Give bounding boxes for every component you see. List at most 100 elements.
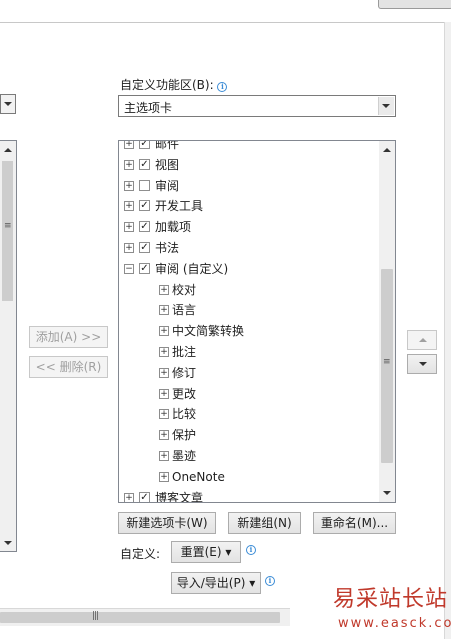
customize-ribbon-label: 自定义功能区(B): i bbox=[120, 76, 228, 93]
customize-ribbon-text: 自定义功能区(B): bbox=[120, 78, 214, 92]
tree-group-item[interactable]: + 语言 bbox=[119, 301, 377, 319]
info-icon: i bbox=[265, 576, 275, 586]
tree-item-label: 更改 bbox=[172, 386, 197, 401]
new-tab-button-label: 新建选项卡(W) bbox=[126, 516, 208, 530]
grip-icon: ≡ bbox=[383, 357, 390, 367]
expand-icon[interactable]: + bbox=[124, 222, 134, 233]
close-button[interactable] bbox=[378, 0, 451, 9]
tree-tab-item[interactable]: + ✓ 书法 bbox=[119, 239, 377, 257]
tree-item-label: 审阅 bbox=[155, 178, 180, 193]
checked-checkbox[interactable]: ✓ bbox=[139, 200, 150, 212]
left-scroll-thumb[interactable]: ≡ bbox=[2, 161, 13, 301]
combo-dropdown-button[interactable] bbox=[378, 97, 394, 115]
tree-tab-item[interactable]: + ✓ 开发工具 bbox=[119, 197, 377, 215]
expand-icon[interactable]: + bbox=[159, 451, 169, 461]
grip-icon: ||| bbox=[92, 611, 99, 621]
tree-item-label: 中文简繁转换 bbox=[172, 324, 245, 339]
scroll-up-icon[interactable] bbox=[4, 148, 12, 152]
expand-icon[interactable]: + bbox=[124, 180, 134, 191]
rename-button-label: 重命名(M)... bbox=[320, 516, 389, 530]
scroll-down-icon[interactable] bbox=[383, 491, 391, 495]
reset-button-label: 重置(E) ▾ bbox=[180, 545, 232, 559]
customize-label: 自定义: bbox=[120, 547, 161, 561]
expand-icon[interactable]: + bbox=[159, 388, 169, 399]
tree-item-label: 修订 bbox=[172, 365, 197, 380]
tree-scroll-thumb[interactable]: ≡ bbox=[381, 269, 393, 463]
ribbon-tabs-select[interactable]: 主选项卡 bbox=[118, 95, 396, 117]
horizontal-scrollbar[interactable]: ||| bbox=[0, 608, 290, 626]
tree-group-item[interactable]: + 墨迹 bbox=[119, 447, 377, 465]
tree-item-label: 加载项 bbox=[155, 220, 192, 235]
tree-item-label: 语言 bbox=[172, 303, 197, 318]
expand-icon[interactable]: + bbox=[159, 471, 169, 482]
info-icon: i bbox=[246, 545, 256, 555]
add-button[interactable]: 添加(A) >> bbox=[29, 326, 108, 348]
tree-tab-item[interactable]: + ✓ 视图 bbox=[119, 156, 377, 174]
expand-icon[interactable]: + bbox=[159, 326, 169, 337]
horizontal-scroll-thumb[interactable]: ||| bbox=[0, 611, 280, 623]
tree-group-item[interactable]: + 中文简繁转换 bbox=[119, 322, 377, 340]
tree-tab-item[interactable]: + ✓ 邮件 bbox=[119, 140, 377, 153]
tree-tab-item[interactable]: + ✓ 博客文章 bbox=[119, 489, 377, 502]
import-export-button[interactable]: 导入/导出(P) ▾ bbox=[171, 572, 261, 594]
tree-group-item[interactable]: + 修订 bbox=[119, 364, 377, 382]
collapse-icon[interactable]: − bbox=[124, 263, 134, 274]
watermark-url: www.easck.com bbox=[338, 616, 451, 631]
expand-icon[interactable]: + bbox=[124, 492, 134, 502]
checked-checkbox[interactable]: ✓ bbox=[139, 141, 150, 149]
tree-item-label: 校对 bbox=[172, 282, 197, 297]
tree-item-label: 保护 bbox=[172, 428, 197, 443]
tree-tab-item[interactable]: + ✓ 加载项 bbox=[119, 218, 377, 236]
expand-icon[interactable]: + bbox=[124, 141, 134, 149]
tree-group-item[interactable]: + 校对 bbox=[119, 281, 377, 299]
scroll-down-icon[interactable] bbox=[4, 541, 12, 545]
new-tab-button[interactable]: 新建选项卡(W) bbox=[118, 512, 216, 534]
expand-icon[interactable]: + bbox=[159, 347, 169, 357]
tree-item-label: OneNote bbox=[172, 469, 225, 484]
expand-icon[interactable]: + bbox=[159, 305, 169, 316]
remove-button-label: << 删除(R) bbox=[35, 360, 102, 374]
remove-button[interactable]: << 删除(R) bbox=[29, 356, 108, 378]
checked-checkbox[interactable]: ✓ bbox=[139, 242, 150, 253]
checked-checkbox[interactable]: ✓ bbox=[139, 491, 150, 502]
tree-scrollbar[interactable]: ≡ bbox=[379, 141, 395, 502]
arrow-down-icon bbox=[419, 362, 427, 366]
unchecked-checkbox[interactable] bbox=[139, 179, 150, 191]
tree-item-label: 邮件 bbox=[155, 140, 180, 151]
new-group-button-label: 新建组(N) bbox=[237, 516, 292, 530]
left-combo-dropdown-button[interactable] bbox=[0, 94, 16, 114]
tree-group-item[interactable]: + 批注 bbox=[119, 343, 377, 361]
expand-icon[interactable]: + bbox=[159, 409, 169, 420]
expand-icon[interactable]: + bbox=[159, 367, 169, 378]
left-list-scrollbar[interactable]: ≡ bbox=[0, 141, 16, 551]
tree-group-item[interactable]: + 比较 bbox=[119, 405, 377, 423]
new-group-button[interactable]: 新建组(N) bbox=[228, 512, 301, 534]
move-down-button[interactable] bbox=[407, 354, 437, 374]
rename-button[interactable]: 重命名(M)... bbox=[313, 512, 396, 534]
ribbon-tree[interactable]: + ✓ 邮件 + ✓ 视图 + 审阅 + ✓ 开发工具 + ✓ 加载项 + ✓ 书法 − ✓ 审阅 (自定义) + 校对 +… bbox=[118, 140, 396, 503]
ribbon-tabs-select-value: 主选项卡 bbox=[124, 101, 173, 115]
tree-group-item[interactable]: + OneNote bbox=[119, 468, 377, 486]
expand-icon[interactable]: + bbox=[124, 243, 134, 253]
tree-item-label: 批注 bbox=[172, 345, 197, 359]
scroll-up-icon[interactable] bbox=[383, 148, 391, 152]
tree-item-label: 墨迹 bbox=[172, 449, 197, 463]
tree-item-label: 审阅 (自定义) bbox=[155, 261, 229, 276]
expand-icon[interactable]: + bbox=[124, 201, 134, 212]
right-edge bbox=[444, 22, 451, 639]
expand-icon[interactable]: + bbox=[124, 159, 134, 170]
expand-icon[interactable]: + bbox=[159, 430, 169, 441]
tree-item-label: 开发工具 bbox=[155, 199, 204, 214]
watermark-logo-text: 易采站长站 bbox=[333, 587, 449, 612]
checked-checkbox[interactable]: ✓ bbox=[139, 158, 150, 170]
move-up-button[interactable] bbox=[407, 330, 437, 350]
tree-tab-item[interactable]: − ✓ 审阅 (自定义) bbox=[119, 260, 377, 278]
checked-checkbox[interactable]: ✓ bbox=[139, 221, 150, 233]
expand-icon[interactable]: + bbox=[159, 284, 169, 295]
reset-button[interactable]: 重置(E) ▾ bbox=[171, 541, 241, 563]
grip-icon: ≡ bbox=[4, 221, 11, 231]
tree-group-item[interactable]: + 保护 bbox=[119, 426, 377, 444]
tree-tab-item[interactable]: + 审阅 bbox=[119, 177, 377, 195]
checked-checkbox[interactable]: ✓ bbox=[139, 262, 150, 274]
tree-group-item[interactable]: + 更改 bbox=[119, 385, 377, 403]
